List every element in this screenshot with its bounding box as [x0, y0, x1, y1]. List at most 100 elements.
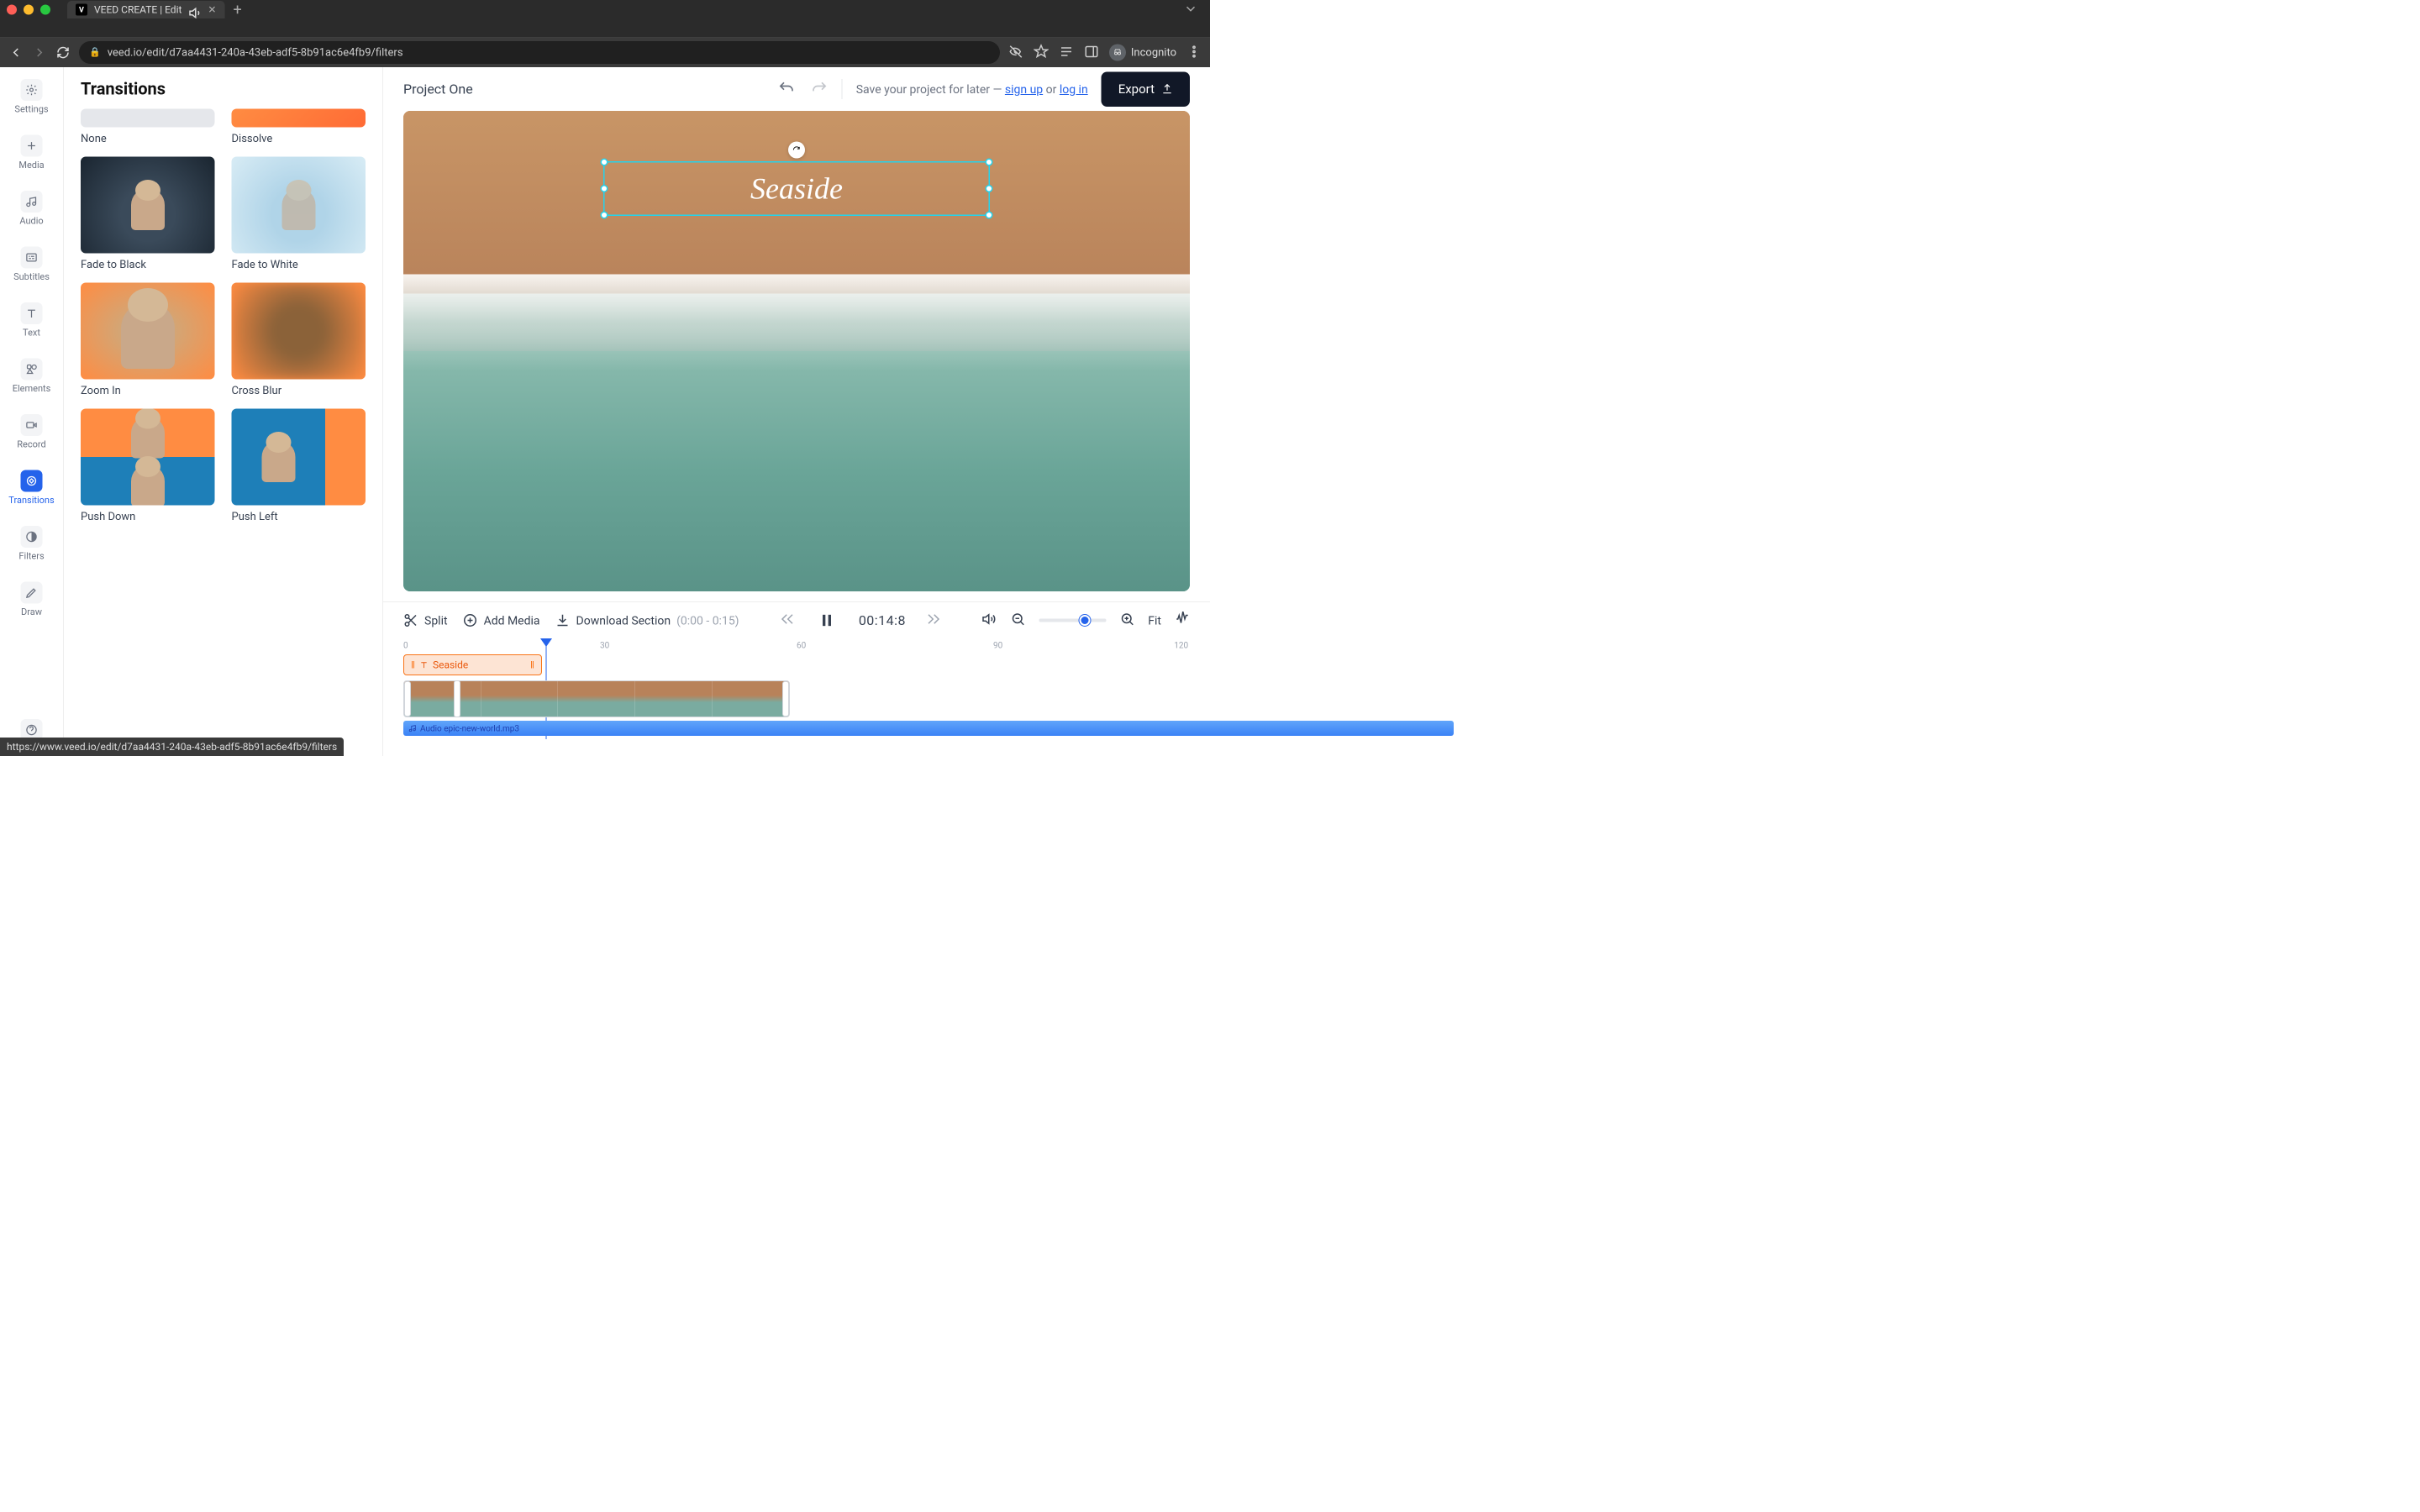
resize-handle-bl[interactable]	[601, 212, 608, 219]
add-media-label: Add Media	[484, 613, 540, 627]
rail-record[interactable]: Record	[0, 411, 63, 454]
rotate-handle[interactable]	[788, 142, 805, 159]
transition-push-down[interactable]: Push Down	[81, 409, 215, 523]
or-text: or	[1043, 82, 1060, 97]
window-minimize-button[interactable]	[24, 5, 34, 15]
video-clip-handle-right[interactable]	[782, 681, 789, 717]
fit-button[interactable]: Fit	[1148, 613, 1161, 627]
transition-cross-blur[interactable]: Cross Blur	[232, 283, 366, 397]
waveform-toggle-icon[interactable]	[1175, 612, 1190, 630]
export-button[interactable]: Export	[1102, 71, 1190, 107]
rail-media[interactable]: Media	[0, 132, 63, 175]
transition-thumb	[81, 157, 215, 254]
canvas-bg-water	[403, 351, 1190, 591]
kebab-menu-icon[interactable]	[1186, 44, 1202, 60]
transition-dissolve[interactable]: Dissolve	[232, 109, 366, 145]
gear-icon	[21, 79, 43, 101]
text-track[interactable]: ‖ Seaside ‖	[403, 654, 1190, 677]
rail-label: Filters	[18, 551, 44, 562]
resize-handle-mr[interactable]	[986, 185, 993, 192]
video-frame	[558, 681, 635, 717]
transition-push-left[interactable]: Push Left	[232, 409, 366, 523]
incognito-label: Incognito	[1131, 46, 1176, 59]
clip-grip-left[interactable]: ‖	[411, 659, 415, 671]
project-name[interactable]: Project One	[403, 81, 473, 97]
rail-text[interactable]: Text	[0, 299, 63, 342]
resize-handle-tl[interactable]	[601, 159, 608, 166]
pause-button[interactable]	[815, 609, 839, 633]
timeline[interactable]: 0 30 60 90 120 ‖ Seaside ‖	[383, 638, 1210, 756]
rail-settings[interactable]: Settings	[0, 76, 63, 118]
history-controls	[778, 80, 829, 98]
rail-draw[interactable]: Draw	[0, 579, 63, 622]
transition-fade-white[interactable]: Fade to White	[232, 157, 366, 271]
overlay-text[interactable]: Seaside	[750, 171, 843, 207]
rail-label: Settings	[14, 104, 48, 115]
zoom-thumb[interactable]	[1079, 615, 1090, 626]
audio-clip[interactable]: Audio epic-new-world.mp3	[403, 721, 1454, 736]
transition-zoom-in[interactable]: Zoom In	[81, 283, 215, 397]
audio-track[interactable]: Audio epic-new-world.mp3	[403, 721, 1190, 736]
forward-button[interactable]	[32, 45, 47, 60]
back-button[interactable]	[8, 45, 24, 60]
reading-list-icon[interactable]	[1059, 44, 1074, 60]
prev-frame-button[interactable]	[780, 612, 795, 630]
download-section-button[interactable]: Download Section(0:00 - 0:15)	[555, 613, 739, 628]
address-bar[interactable]: 🔒 veed.io/edit/d7aa4431-240a-43eb-adf5-8…	[79, 41, 1000, 64]
tab-close-icon[interactable]: ✕	[208, 4, 216, 16]
resize-handle-br[interactable]	[986, 212, 993, 219]
side-panel-icon[interactable]	[1084, 44, 1099, 60]
reload-button[interactable]	[55, 45, 71, 60]
video-track[interactable]	[403, 680, 1190, 717]
tabs-dropdown-icon[interactable]	[1183, 2, 1198, 18]
redo-button[interactable]	[812, 80, 829, 98]
new-tab-button[interactable]: +	[233, 1, 241, 18]
ruler-tick: 60	[797, 640, 806, 650]
timeline-ruler[interactable]: 0 30 60 90 120	[403, 638, 1190, 651]
next-frame-button[interactable]	[926, 612, 941, 630]
canvas[interactable]: Seaside	[403, 111, 1190, 591]
video-frame	[712, 681, 789, 717]
transition-none[interactable]: None	[81, 109, 215, 145]
undo-button[interactable]	[778, 80, 795, 98]
browser-tab[interactable]: V VEED CREATE | Edit ✕	[67, 1, 224, 18]
incognito-badge[interactable]: Incognito	[1109, 44, 1176, 60]
rail-label: Subtitles	[13, 272, 50, 283]
zoom-in-button[interactable]	[1119, 612, 1134, 630]
rail-elements[interactable]: Elements	[0, 355, 63, 398]
video-clip-handle-left[interactable]	[404, 681, 411, 717]
rail-label: Record	[17, 439, 45, 450]
split-button[interactable]: Split	[403, 613, 448, 628]
app: Settings Media Audio Subtitles Text Elem…	[0, 67, 1210, 756]
rail-audio[interactable]: Audio	[0, 187, 63, 230]
resize-handle-ml[interactable]	[601, 185, 608, 192]
login-link[interactable]: log in	[1060, 82, 1088, 97]
video-clip[interactable]	[403, 680, 790, 717]
resize-handle-tr[interactable]	[986, 159, 993, 166]
text-clip[interactable]: ‖ Seaside ‖	[403, 654, 542, 675]
signup-link[interactable]: sign up	[1005, 82, 1043, 97]
add-media-button[interactable]: Add Media	[463, 613, 540, 628]
tab-audio-icon[interactable]	[188, 6, 197, 14]
zoom-out-button[interactable]	[1010, 612, 1025, 630]
rail-filters[interactable]: Filters	[0, 522, 63, 565]
eye-off-icon[interactable]	[1008, 44, 1023, 60]
transition-fade-black[interactable]: Fade to Black	[81, 157, 215, 271]
download-range: (0:00 - 0:15)	[676, 613, 739, 627]
transition-label: Zoom In	[81, 385, 215, 397]
ruler-tick: 120	[1174, 640, 1188, 650]
text-selection-box[interactable]: Seaside	[603, 161, 990, 216]
zoom-slider[interactable]	[1039, 619, 1106, 622]
clip-grip-right[interactable]: ‖	[530, 659, 534, 671]
window-close-button[interactable]	[7, 5, 17, 15]
rail-transitions[interactable]: Transitions	[0, 467, 63, 510]
rail-subtitles[interactable]: Subtitles	[0, 244, 63, 286]
url-text: veed.io/edit/d7aa4431-240a-43eb-adf5-8b9…	[108, 46, 403, 59]
transition-thumb	[232, 109, 366, 128]
ruler-tick: 30	[600, 640, 609, 650]
video-split-marker[interactable]	[454, 680, 460, 717]
volume-button[interactable]	[981, 612, 997, 630]
window-maximize-button[interactable]	[40, 5, 50, 15]
star-icon[interactable]	[1034, 44, 1049, 60]
playback-controls: 00:14:8	[780, 609, 941, 633]
